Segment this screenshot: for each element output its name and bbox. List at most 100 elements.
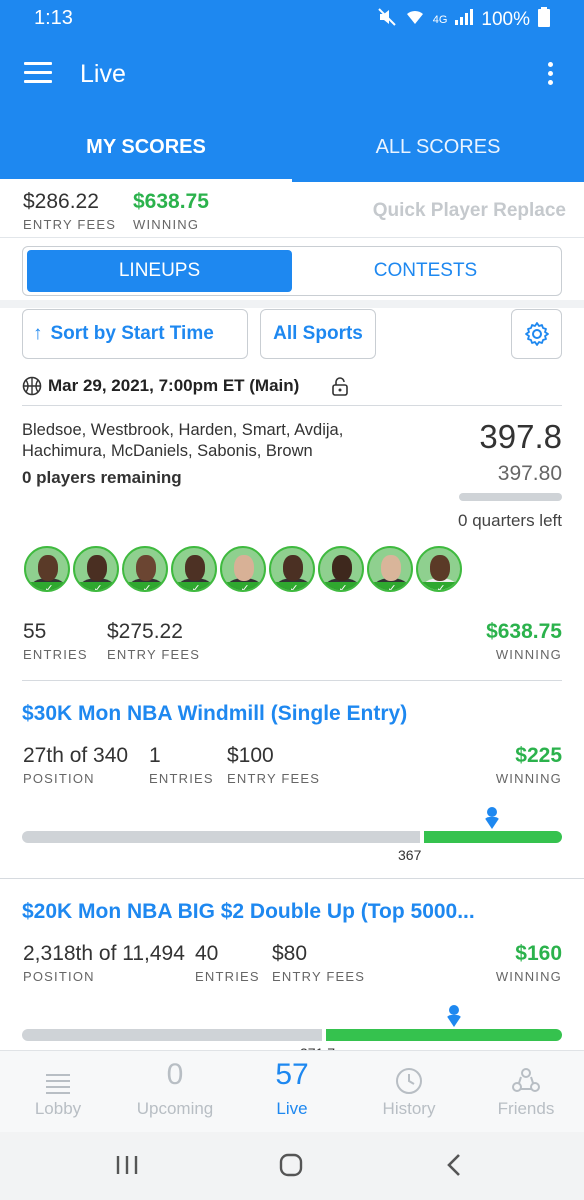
summary-winning-value: $638.75 xyxy=(133,190,209,213)
nav-upcoming-label: Upcoming xyxy=(136,1099,214,1118)
contest-entries-value: 40 xyxy=(195,942,219,965)
home-icon[interactable] xyxy=(279,1153,303,1182)
lineup-winning: $638.75 WINNING xyxy=(486,620,562,662)
all-sports-button[interactable]: All Sports xyxy=(260,309,376,359)
hamburger-menu-icon[interactable] xyxy=(24,62,52,84)
sort-button-label: Sort by Start Time xyxy=(50,323,214,344)
contest-entries: 40 ENTRIES xyxy=(195,942,260,984)
your-position-pin-icon xyxy=(482,807,502,837)
nav-friends-label: Friends xyxy=(497,1099,555,1118)
time-remaining-bar xyxy=(459,493,562,501)
lineup-entries: 55 ENTRIES xyxy=(23,620,88,662)
friends-icon xyxy=(468,1051,584,1095)
upcoming-count: 0 xyxy=(166,1058,184,1091)
segment-lineups[interactable]: LINEUPS xyxy=(27,250,292,292)
player-avatars: ✓ ✓ ✓ ✓ ✓ ✓ ✓ ✓ ✓ xyxy=(24,546,464,602)
lineup-winning-label: WINNING xyxy=(495,647,562,662)
status-time: 1:13 xyxy=(34,7,73,29)
signal-icon xyxy=(455,9,474,31)
contest-title[interactable]: $20K Mon NBA BIG $2 Double Up (Top 5000.… xyxy=(22,900,475,924)
system-nav-bar xyxy=(0,1132,584,1200)
cutoff-label: 367 xyxy=(398,847,422,863)
summary-entry-fees: $286.22 ENTRY FEES xyxy=(23,190,116,232)
nav-history-label: History xyxy=(382,1099,436,1118)
back-icon[interactable] xyxy=(446,1153,462,1182)
avatar[interactable]: ✓ xyxy=(367,546,413,602)
lineups-contests-toggle: LINEUPS CONTESTS xyxy=(22,246,562,296)
app-bar: Live xyxy=(0,36,584,112)
wifi-icon xyxy=(405,8,425,32)
mute-icon xyxy=(377,7,397,33)
page-title: Live xyxy=(80,60,126,88)
recent-apps-icon[interactable] xyxy=(115,1154,139,1181)
contest-entries-label: ENTRIES xyxy=(195,969,260,984)
contest-entries-label: ENTRIES xyxy=(149,771,214,786)
lineup-fees: $275.22 ENTRY FEES xyxy=(107,620,200,662)
contest-position-value: 27th of 340 xyxy=(23,744,129,767)
nav-lobby[interactable]: Lobby xyxy=(0,1051,116,1133)
summary-entry-fees-value: $286.22 xyxy=(23,190,99,213)
summary-winning-label: WINNING xyxy=(133,217,200,232)
contest-fees-label: ENTRY FEES xyxy=(227,771,321,786)
settings-button[interactable] xyxy=(511,309,562,359)
contest-position: 27th of 340 POSITION xyxy=(23,744,128,786)
live-count: 57 xyxy=(275,1058,309,1091)
standing-bar-out xyxy=(22,1029,322,1041)
contest-entries: 1 ENTRIES xyxy=(149,744,214,786)
lineup-score: 397.8 xyxy=(479,418,562,455)
gear-icon xyxy=(524,321,550,352)
tab-my-scores[interactable]: MY SCORES xyxy=(0,112,292,182)
overflow-menu-icon[interactable] xyxy=(546,62,554,88)
basketball-icon xyxy=(22,376,42,401)
summary-winning: $638.75 WINNING xyxy=(133,190,209,232)
contest-fees-value: $80 xyxy=(272,942,308,965)
contest-fees-value: $100 xyxy=(227,744,274,767)
contest-standing-bar: 367 xyxy=(22,807,562,863)
avatar[interactable]: ✓ xyxy=(24,546,70,602)
avatar[interactable]: ✓ xyxy=(318,546,364,602)
lineup-players[interactable]: Bledsoe, Westbrook, Harden, Smart, Avdij… xyxy=(22,420,412,462)
avatar[interactable]: ✓ xyxy=(220,546,266,602)
nav-live[interactable]: 57 Live xyxy=(234,1051,350,1133)
nav-live-label: Live xyxy=(276,1099,308,1118)
contest-winning-value: $225 xyxy=(515,744,562,767)
divider xyxy=(0,300,584,308)
avatar[interactable]: ✓ xyxy=(73,546,119,602)
nav-friends[interactable]: Friends xyxy=(468,1051,584,1133)
avatar[interactable]: ✓ xyxy=(122,546,168,602)
battery-percent: 100% xyxy=(481,9,530,30)
tab-all-scores[interactable]: ALL SCORES xyxy=(292,112,584,182)
contest-winning: $225 WINNING xyxy=(496,744,562,786)
quick-player-replace-button[interactable]: Quick Player Replace xyxy=(373,200,566,222)
summary-entry-fees-label: ENTRY FEES xyxy=(23,217,117,232)
avatar[interactable]: ✓ xyxy=(269,546,315,602)
slate-header: Mar 29, 2021, 7:00pm ET (Main) xyxy=(22,372,562,406)
battery-icon xyxy=(538,7,550,33)
lineup-entries-label: ENTRIES xyxy=(23,647,88,662)
contest-winning: $160 WINNING xyxy=(496,942,562,984)
players-remaining: 0 players remaining xyxy=(22,468,182,487)
segment-contests[interactable]: CONTESTS xyxy=(293,250,558,292)
contest-standing-bar: 371.7 xyxy=(22,1005,562,1061)
contest-title[interactable]: $30K Mon NBA Windmill (Single Entry) xyxy=(22,702,407,726)
contest-fees-label: ENTRY FEES xyxy=(272,969,366,984)
slate-date: Mar 29, 2021, 7:00pm ET (Main) xyxy=(48,376,300,395)
avatar[interactable]: ✓ xyxy=(416,546,462,602)
contest-fees: $100 ENTRY FEES xyxy=(227,744,320,786)
sort-by-start-time-button[interactable]: ↑ Sort by Start Time xyxy=(22,309,248,359)
contest-position-label: POSITION xyxy=(23,969,95,984)
standing-bar-out xyxy=(22,831,420,843)
nav-history[interactable]: History xyxy=(351,1051,467,1133)
divider xyxy=(0,878,584,879)
status-icons: 4G 100% xyxy=(377,7,550,33)
lineup-projected-score: 397.80 xyxy=(497,462,562,485)
lobby-icon xyxy=(0,1051,116,1095)
lineup-entries-value: 55 xyxy=(23,620,47,643)
clock-icon xyxy=(351,1051,467,1095)
score-summary: $286.22 ENTRY FEES $638.75 WINNING Quick… xyxy=(0,182,584,238)
nav-upcoming[interactable]: 0 Upcoming xyxy=(117,1051,233,1133)
bottom-nav: Lobby 0 Upcoming 57 Live History Friends xyxy=(0,1050,584,1132)
avatar[interactable]: ✓ xyxy=(171,546,217,602)
contest-entries-value: 1 xyxy=(149,744,161,767)
contest-position: 2,318th of 11,494 POSITION xyxy=(23,942,185,984)
